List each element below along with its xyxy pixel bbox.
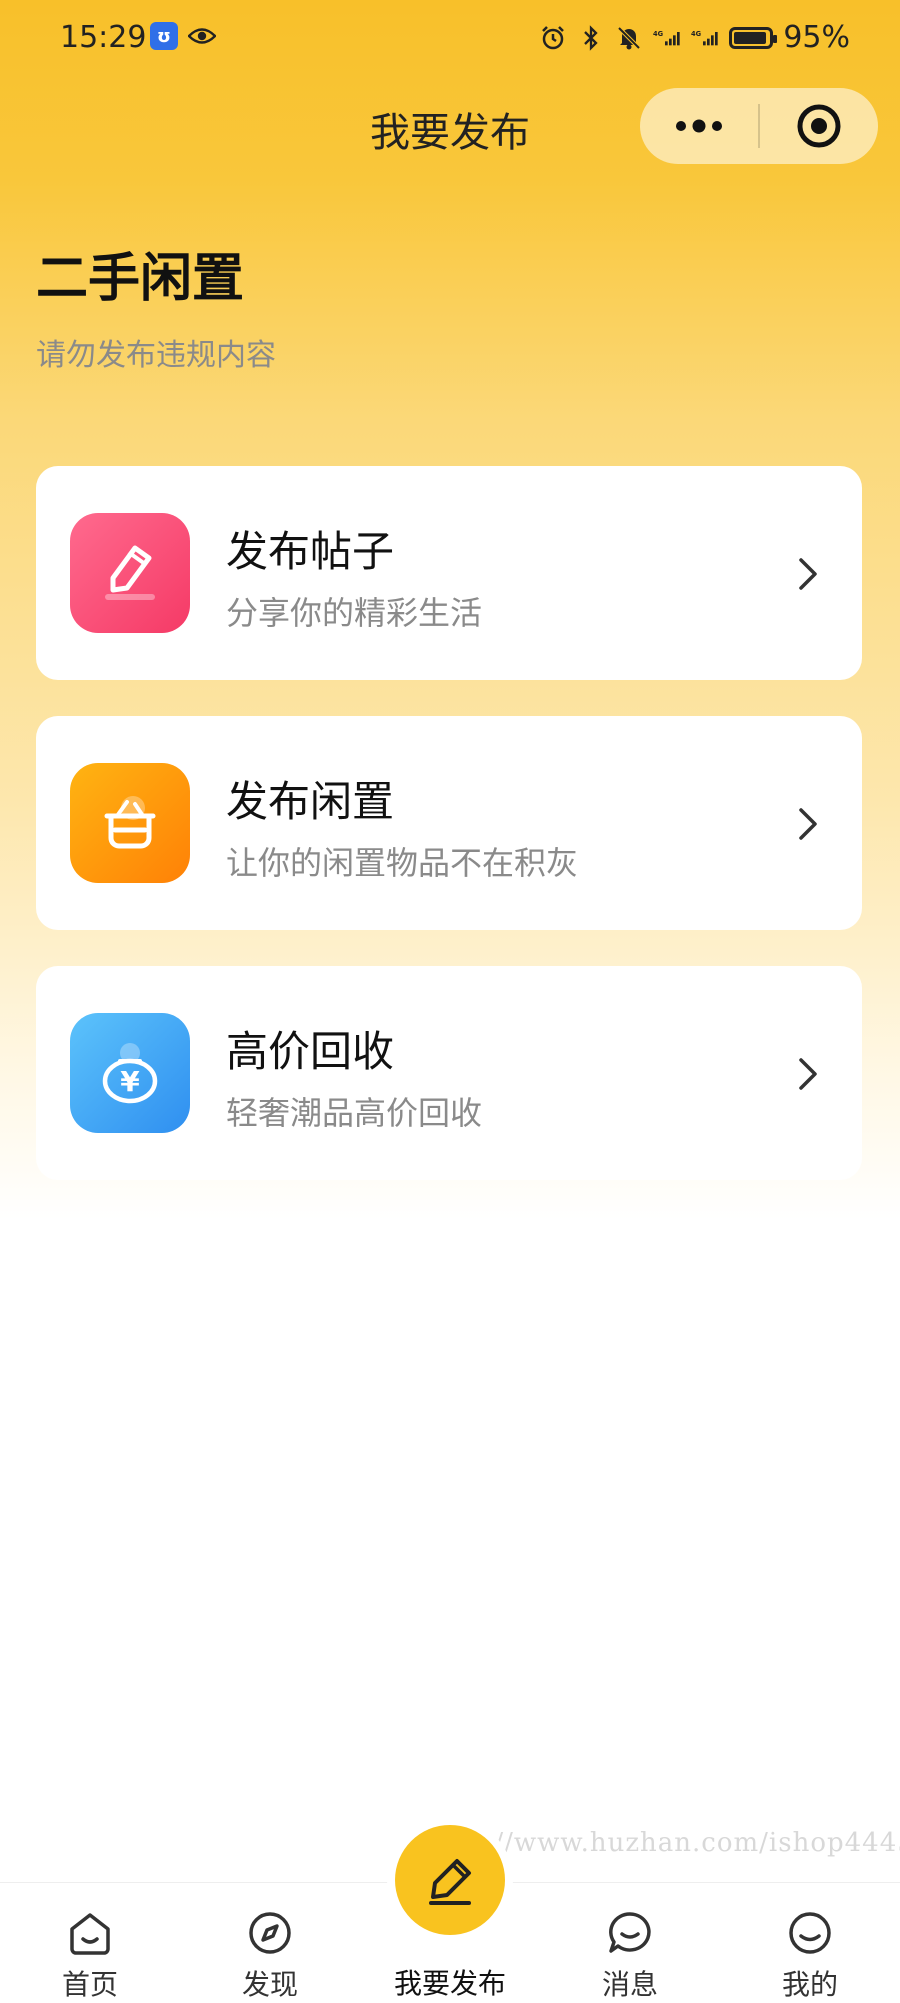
publish-post-card[interactable]: 发布帖子 分享你的精彩生活	[36, 466, 862, 680]
chat-icon	[609, 1912, 651, 1953]
card-title: 发布闲置	[226, 777, 395, 826]
close-miniprogram-button[interactable]	[760, 88, 878, 164]
pencil-icon	[429, 1859, 471, 1905]
tab-publish-label[interactable]: 我要发布	[0, 1962, 900, 2002]
card-subtitle: 让你的闲置物品不在积灰	[226, 844, 579, 882]
currency-symbol: ¥	[120, 1065, 140, 1098]
chevron-right-icon	[799, 558, 817, 590]
chevron-right-icon	[799, 1058, 817, 1090]
signal-icon-2: 4G	[691, 24, 719, 52]
card-title: 高价回收	[226, 1027, 395, 1076]
alarm-icon	[539, 24, 567, 52]
battery-percent: 95%	[783, 20, 850, 55]
status-time: 15:29	[60, 20, 147, 55]
card-subtitle: 分享你的精彩生活	[226, 594, 483, 632]
battery-fill	[734, 31, 767, 44]
battery-icon	[729, 26, 778, 49]
money-bag-icon: ¥	[70, 1013, 190, 1133]
publish-idle-card[interactable]: 发布闲置 让你的闲置物品不在积灰	[36, 716, 862, 930]
svg-text:4G: 4G	[653, 30, 663, 38]
card-subtitle: 轻奢潮品高价回收	[226, 1094, 483, 1132]
miniprogram-capsule	[640, 88, 878, 164]
section-title: 二手闲置	[36, 249, 245, 309]
target-close-icon	[797, 104, 841, 148]
more-dots-icon	[676, 119, 722, 133]
status-bar: 15:29 ʊ 4G 4G 95%	[0, 0, 900, 80]
svg-text:4G: 4G	[691, 30, 701, 38]
mute-bell-icon	[615, 24, 643, 52]
bluetooth-icon	[577, 24, 605, 52]
more-button[interactable]	[640, 88, 758, 164]
card-title: 发布帖子	[226, 527, 395, 576]
home-icon	[70, 1913, 110, 1955]
eye-icon	[188, 22, 216, 50]
app-notification-icon: ʊ	[150, 22, 178, 50]
compass-icon	[249, 1912, 291, 1954]
smile-icon	[789, 1912, 831, 1954]
basket-icon	[70, 763, 190, 883]
section-subtitle: 请勿发布违规内容	[36, 338, 276, 373]
publish-fab-button[interactable]	[395, 1825, 505, 1935]
chevron-right-icon	[799, 808, 817, 840]
recycle-card[interactable]: ¥ 高价回收 轻奢潮品高价回收	[36, 966, 862, 1180]
pencil-icon	[70, 513, 190, 633]
signal-icon: 4G	[653, 24, 681, 52]
